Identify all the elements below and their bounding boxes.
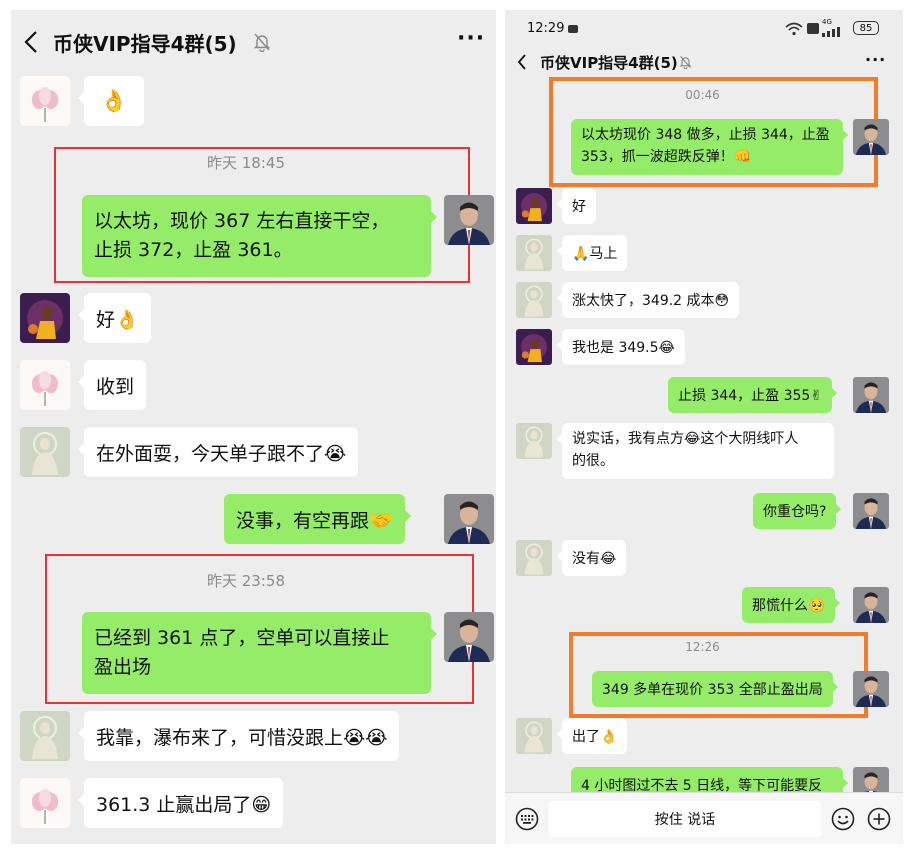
battery-indicator: 85 [853,21,879,35]
message-received[interactable]: 我靠，瀑布来了，可惜没跟上😭😭 [77,711,400,761]
status-time: 12:29 [527,21,565,36]
hd-icon [807,23,819,34]
avatar-guanyin[interactable] [516,282,552,318]
message-sent[interactable]: 以太坊，现价 367 左右直接干空， 止损 372，止盈 361。 [82,195,437,277]
timestamp: 12:26 [685,640,720,654]
message-received[interactable]: 在外面耍，今天单子跟不了😭 [77,427,359,477]
avatar-guanyin[interactable] [516,423,552,459]
avatar-basketball[interactable] [516,329,552,365]
message-received[interactable]: 收到 [77,360,147,410]
message-sent[interactable]: 你重仓吗? [753,493,842,529]
more-options-button[interactable]: ··· [457,26,485,51]
avatar-self[interactable] [444,494,494,544]
left-chat-screen: 币侠VIP指导4群(5) ··· 👌 昨天 18:45 以太坊，现价 367 左… [11,10,496,844]
avatar-guanyin[interactable] [20,427,70,477]
chat-title: 币侠VIP指导4群(5) [540,54,678,72]
timestamp: 昨天 18:45 [207,154,285,172]
input-bar: 按住 说话 [505,792,903,844]
emoji-icon[interactable] [831,807,855,831]
hold-to-talk-button[interactable]: 按住 说话 [549,801,821,837]
avatar-self[interactable] [853,671,889,707]
status-bar: 12:29 4G 85 [505,10,903,48]
avatar-basketball[interactable] [516,188,552,224]
avatar-lotus[interactable] [20,76,70,126]
avatar-self[interactable] [853,493,889,529]
ok-hand-emoji: 👌 [100,88,128,114]
avatar-self[interactable] [444,612,494,662]
message-received[interactable]: 没有😂 [556,540,627,576]
signal-icon [822,27,840,37]
message-received[interactable]: 好 [557,188,596,224]
wifi-icon [785,22,803,36]
back-arrow-icon[interactable] [23,30,39,54]
message-received[interactable]: 好👌 [78,293,151,343]
avatar-self[interactable] [444,195,494,245]
mute-bell-icon [679,56,692,69]
avatar-self[interactable] [853,119,889,155]
message-sent[interactable]: 349 多单在现价 353 全部止盈出局 [592,671,838,707]
avatar-basketball[interactable] [20,293,70,343]
notification-icon [568,25,578,33]
message-received[interactable]: 涨太快了，349.2 成本😳 [556,282,740,318]
message-received[interactable]: 出了👌 [556,718,628,754]
message-received[interactable]: 🙏马上 [556,235,628,271]
avatar-guanyin[interactable] [20,711,70,761]
message-sent[interactable]: 没事，有空再跟🤝 [224,494,411,544]
network-type: 4G [822,18,832,26]
plus-icon[interactable] [867,807,891,831]
message-sent[interactable]: 止损 344，止盈 355✌ [668,377,838,413]
right-chat-screen: 12:29 4G 85 币侠VIP指导4群(5) ··· 00:46 以太坊现价… [505,10,903,844]
mute-bell-icon [253,33,271,52]
timestamp: 昨天 23:58 [207,572,285,590]
avatar-lotus[interactable] [20,778,70,828]
chat-title: 币侠VIP指导4群(5) [53,32,237,56]
keyboard-icon[interactable] [515,807,539,831]
message-sent[interactable]: 已经到 361 点了，空单可以直接止 盈出场 [82,612,437,694]
message-received[interactable]: 👌 [78,76,144,126]
avatar-lotus[interactable] [20,360,70,410]
more-options-button[interactable]: ··· [865,50,886,69]
back-arrow-icon[interactable] [517,54,527,70]
avatar-guanyin[interactable] [516,718,552,754]
message-received[interactable]: 我也是 349.5😂 [557,329,685,365]
timestamp: 00:46 [685,88,720,102]
message-received[interactable]: 说实话，我有点方😂这个大阴线吓人 的很。 [557,423,834,479]
message-sent[interactable]: 那慌什么🥺 [742,587,841,623]
avatar-guanyin[interactable] [516,540,552,576]
message-received[interactable]: 361.3 止赢出局了😁 [77,778,284,828]
avatar-guanyin[interactable] [516,235,552,271]
avatar-self[interactable] [853,587,889,623]
message-sent[interactable]: 以太坊现价 348 做多，止损 344，止盈 353，抓一波超跌反弹！👊 [571,119,848,175]
avatar-self[interactable] [853,377,889,413]
